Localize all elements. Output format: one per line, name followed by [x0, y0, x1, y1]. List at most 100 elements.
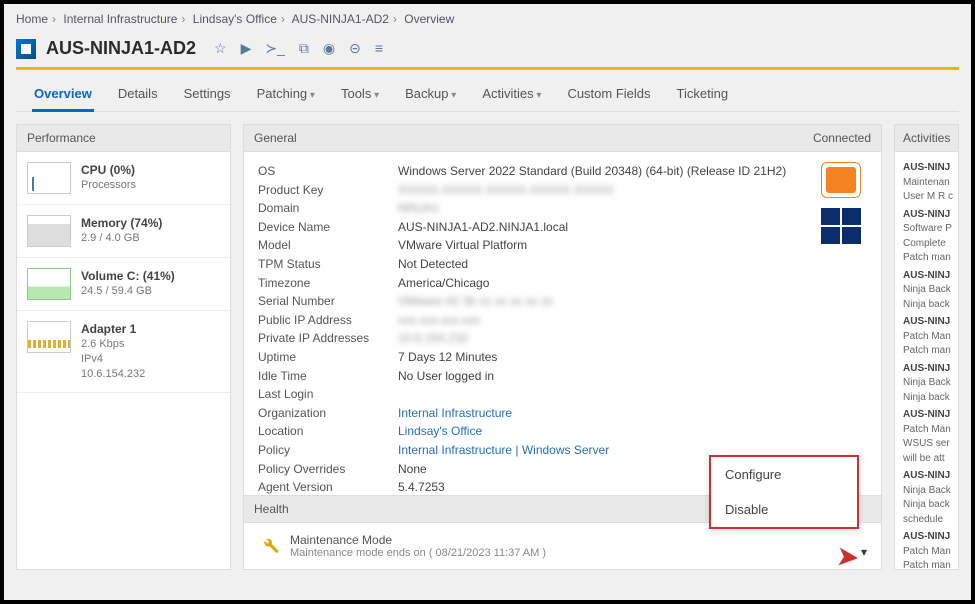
maintenance-dropdown-icon[interactable]: ▾ — [861, 545, 867, 559]
tab-backup[interactable]: Backup — [403, 80, 458, 111]
gen-value[interactable]: Lindsay's Office — [398, 422, 867, 441]
gen-label: Device Name — [258, 218, 398, 237]
gen-value: Not Detected — [398, 255, 867, 274]
list-icon[interactable]: ≡ — [375, 40, 383, 57]
circle-play-icon[interactable]: ◉ — [323, 40, 335, 57]
gen-row: TPM StatusNot Detected — [258, 255, 867, 274]
wrench-icon — [258, 533, 280, 555]
gen-row: Device NameAUS-NINJA1-AD2.NINJA1.local — [258, 218, 867, 237]
breadcrumb-device[interactable]: AUS-NINJA1-AD2 — [292, 12, 389, 26]
activity-line: AUS-NINJ — [903, 161, 950, 176]
activity-line: Ninja Back — [903, 484, 950, 499]
popup-configure[interactable]: Configure — [711, 457, 857, 492]
tab-overview[interactable]: Overview — [32, 80, 94, 111]
gen-label: Location — [258, 422, 398, 441]
gen-label: Policy Overrides — [258, 460, 398, 479]
gen-label: Idle Time — [258, 367, 398, 386]
perf-cpu[interactable]: CPU (0%)Processors — [17, 152, 230, 205]
terminal-icon[interactable]: ≻_ — [265, 40, 285, 57]
tab-ticketing[interactable]: Ticketing — [675, 80, 731, 111]
perf-memory[interactable]: Memory (74%)2.9 / 4.0 GB — [17, 205, 230, 258]
gen-row: Product KeyXXXXX-XXXXX-XXXXX-XXXXX-XXXXX — [258, 181, 867, 200]
activities-list[interactable]: AUS-NINJMaintenanUser M R cAUS-NINJSoftw… — [895, 152, 958, 570]
gen-label: Policy — [258, 441, 398, 460]
gen-row: LocationLindsay's Office — [258, 422, 867, 441]
activity-line: Patch Man — [903, 423, 950, 438]
gen-label: TPM Status — [258, 255, 398, 274]
activity-line: Patch man — [903, 344, 950, 359]
perf-adapter[interactable]: Adapter 12.6 KbpsIPv410.6.154.232 — [17, 311, 230, 393]
gen-label: Organization — [258, 404, 398, 423]
activity-line: AUS-NINJ — [903, 530, 950, 545]
adapter-sparkline-icon — [27, 321, 71, 353]
gen-row: Serial NumberVMware-42 3b xx xx xx xx xx — [258, 292, 867, 311]
gen-value: xxx.xxx.xxx.xxx — [398, 311, 867, 330]
gen-value: 10.6.154.232 — [398, 329, 867, 348]
activities-header: Activities — [895, 125, 958, 152]
breadcrumb-org[interactable]: Internal Infrastructure — [63, 12, 177, 26]
gen-row: Uptime7 Days 12 Minutes — [258, 348, 867, 367]
activity-line: Patch man — [903, 251, 950, 266]
activity-line: AUS-NINJ — [903, 269, 950, 284]
activity-line: AUS-NINJ — [903, 208, 950, 223]
health-body: Maintenance Mode Maintenance mode ends o… — [244, 523, 881, 569]
gen-label: Private IP Addresses — [258, 329, 398, 348]
activity-line: Ninja back — [903, 391, 950, 406]
gen-value: VMware Virtual Platform — [398, 236, 867, 255]
play-icon[interactable]: ▶ — [241, 40, 252, 57]
activity-line: AUS-NINJ — [903, 469, 950, 484]
star-icon[interactable]: ☆ — [214, 40, 227, 57]
activity-line: WSUS ser — [903, 437, 950, 452]
gen-label: Public IP Address — [258, 311, 398, 330]
gen-value: NINJA1 — [398, 199, 867, 218]
remote-icon[interactable]: ⧉ — [299, 40, 309, 57]
gen-row: TimezoneAmerica/Chicago — [258, 274, 867, 293]
tab-details[interactable]: Details — [116, 80, 160, 111]
activity-line: Ninja back — [903, 298, 950, 313]
gen-row: Private IP Addresses10.6.154.232 — [258, 329, 867, 348]
breadcrumb-home[interactable]: Home — [16, 12, 48, 26]
activity-line: AUS-NINJ — [903, 408, 950, 423]
maintenance-title: Maintenance Mode — [290, 533, 546, 547]
popup-disable[interactable]: Disable — [711, 492, 857, 527]
gen-label: Model — [258, 236, 398, 255]
tab-custom-fields[interactable]: Custom Fields — [565, 80, 652, 111]
gen-label: Agent Version — [258, 478, 398, 495]
activity-line: AUS-NINJ — [903, 315, 950, 330]
gen-value: XXXXX-XXXXX-XXXXX-XXXXX-XXXXX — [398, 181, 867, 200]
activity-line: Patch Man — [903, 330, 950, 345]
activity-line: Patch man — [903, 559, 950, 570]
activity-line: Complete — [903, 237, 950, 252]
gen-label: Domain — [258, 199, 398, 218]
gen-value — [398, 385, 867, 404]
tab-activities[interactable]: Activities — [480, 80, 543, 111]
gen-row: DomainNINJA1 — [258, 199, 867, 218]
activities-panel: Activities AUS-NINJMaintenanUser M R cAU… — [894, 124, 959, 570]
activity-line: Software P — [903, 222, 950, 237]
connection-status: Connected — [813, 131, 871, 145]
gen-row: OrganizationInternal Infrastructure — [258, 404, 867, 423]
performance-header: Performance — [17, 125, 230, 152]
activity-line: Ninja Back — [903, 376, 950, 391]
activity-line: will be att — [903, 452, 950, 467]
gen-row: Last Login — [258, 385, 867, 404]
gen-value: America/Chicago — [398, 274, 867, 293]
tab-patching[interactable]: Patching — [255, 80, 317, 111]
activity-line: schedule — [903, 513, 950, 528]
gen-row: OSWindows Server 2022 Standard (Build 20… — [258, 162, 867, 181]
performance-panel: Performance CPU (0%)Processors Memory (7… — [16, 124, 231, 570]
tab-settings[interactable]: Settings — [182, 80, 233, 111]
gen-row: Public IP Addressxxx.xxx.xxx.xxx — [258, 311, 867, 330]
perf-volume-c[interactable]: Volume C: (41%)24.5 / 59.4 GB — [17, 258, 230, 311]
breadcrumb-loc[interactable]: Lindsay's Office — [193, 12, 277, 26]
gen-label: Serial Number — [258, 292, 398, 311]
gen-value[interactable]: Internal Infrastructure — [398, 404, 867, 423]
activity-line: AUS-NINJ — [903, 362, 950, 377]
title-row: AUS-NINJA1-AD2 ☆ ▶ ≻_ ⧉ ◉ ⊝ ≡ — [4, 34, 971, 67]
stop-icon[interactable]: ⊝ — [349, 40, 361, 57]
memory-sparkline-icon — [27, 215, 71, 247]
cpu-sparkline-icon — [27, 162, 71, 194]
gen-label: Product Key — [258, 181, 398, 200]
tab-tools[interactable]: Tools — [339, 80, 381, 111]
device-type-icon — [16, 39, 36, 59]
